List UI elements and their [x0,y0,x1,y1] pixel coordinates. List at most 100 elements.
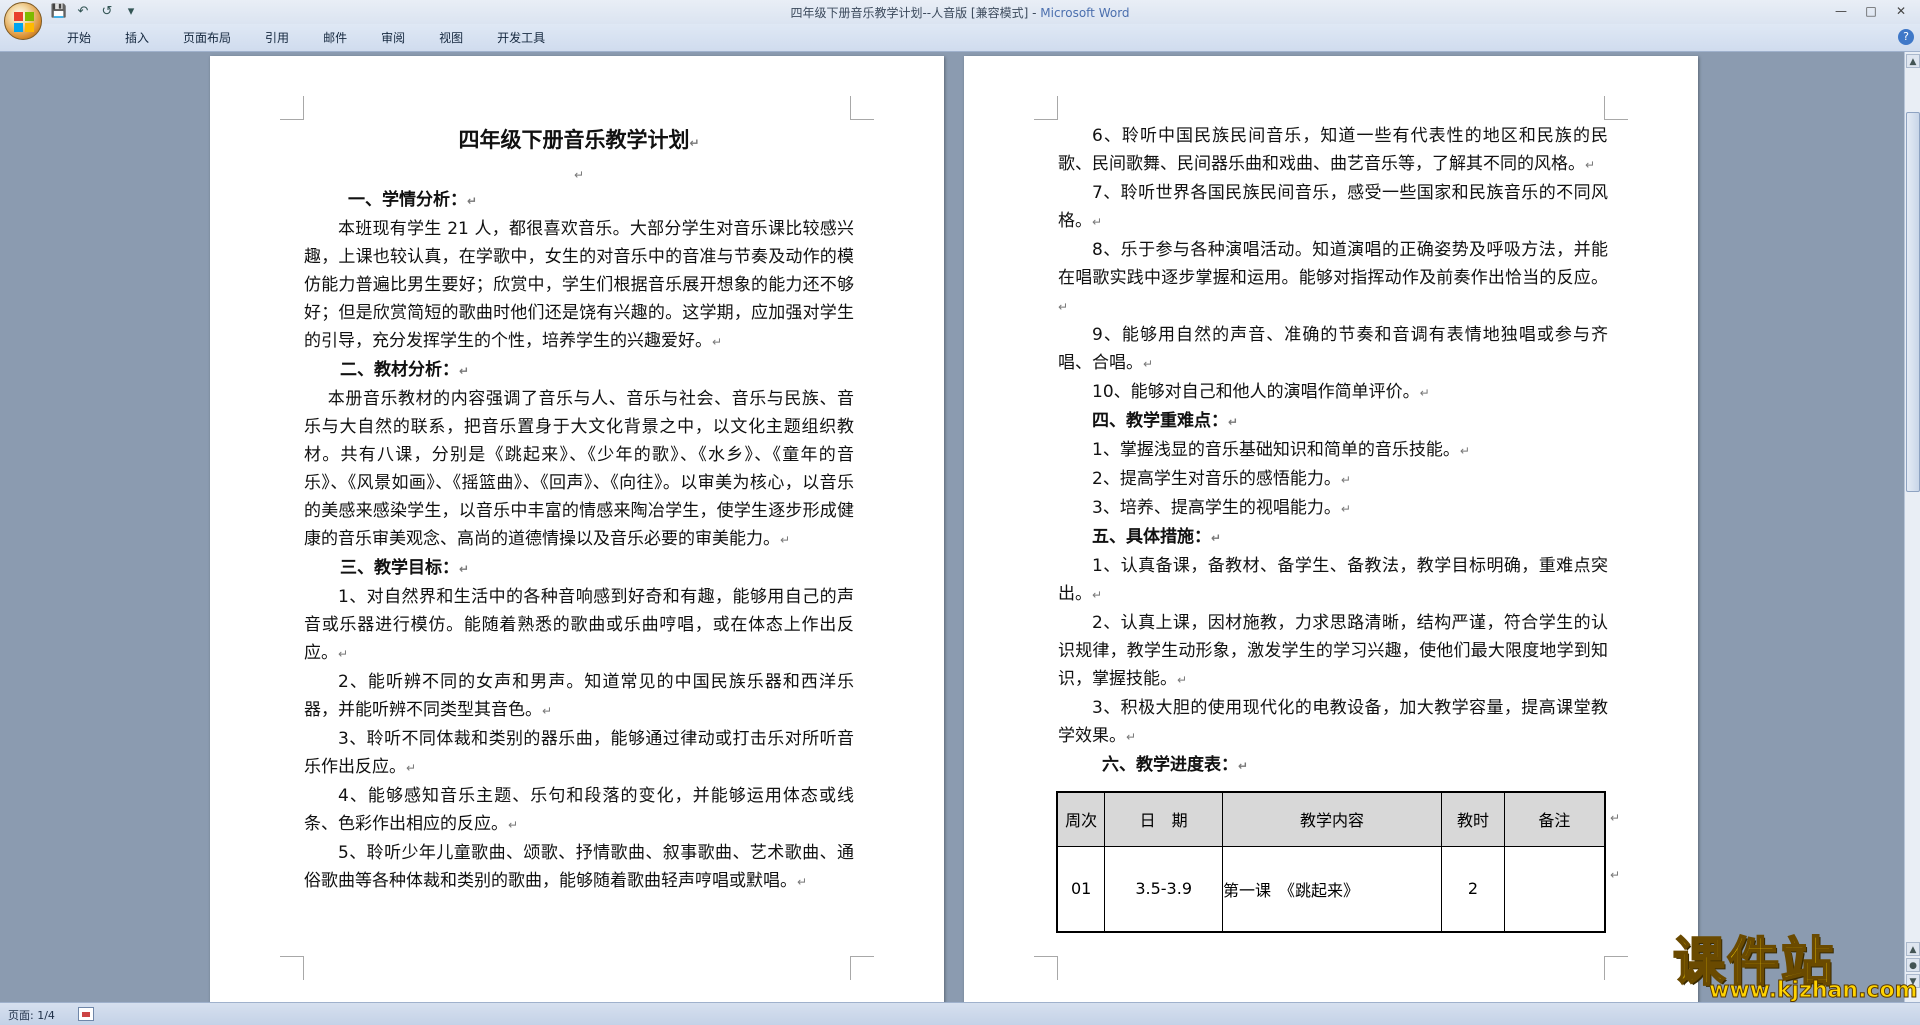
title-bar: 💾 ↶ ↺ ▾ 四年级下册音乐教学计划--人音版 [兼容模式] - Micros… [0,0,1920,40]
paragraph: 3、聆听不同体裁和类别的器乐曲，能够通过律动或打击乐对所听音乐作出反应。↵ [304,729,854,777]
table-header-cell[interactable]: 备注 [1503,791,1606,847]
page-indicator[interactable]: 页面: 1/4 [8,1007,55,1023]
crop-mark [280,96,304,120]
paragraph: 9、能够用自然的声音、准确的节奏和音调有表情地独唱或参与齐唱、合唱。↵ [1058,325,1608,373]
heading-text: 五、具体措施： [1092,527,1211,547]
paragraph-text: 9、能够用自然的声音、准确的节奏和音调有表情地独唱或参与齐唱、合唱。 [1058,325,1608,373]
paragraph-text: 1、认真备课，备教材、备学生、备教法，教学目标明确，重难点突出。 [1058,556,1608,604]
row-end-mark: ↵ [1610,868,1621,882]
tab-page-layout[interactable]: 页面布局 [166,30,248,46]
paragraph: 3、培养、提高学生的视唱能力。↵ [1092,498,1351,518]
crop-mark [280,956,304,980]
paragraph: 7、聆听世界各国民族民间音乐，感受一些国家和民族音乐的不同风格。↵ [1058,183,1608,231]
paragraph-text: 2、提高学生对音乐的感悟能力。 [1092,469,1341,489]
section-heading: 一、学情分析：↵ [348,190,478,210]
ribbon-tabs: 开始 插入 页面布局 引用 邮件 审阅 视图 开发工具 [50,30,562,46]
row-end-mark: ↵ [1610,811,1621,825]
tab-home[interactable]: 开始 [50,30,108,46]
crop-mark [850,96,874,120]
crop-mark [1034,96,1058,120]
select-browse-object-icon[interactable]: ● [1906,958,1920,972]
paragraph-text: 本册音乐教材的内容强调了音乐与人、音乐与社会、音乐与民族、音乐与大自然的联系，把… [304,389,854,549]
document-name: 四年级下册音乐教学计划--人音版 [兼容模式] - [790,6,1041,20]
paragraph: 1、对自然界和生活中的各种音响感到好奇和有趣，能够用自己的声音或乐器进行模仿。能… [304,587,854,663]
empty-paragraph: ↵ [573,168,585,182]
title-text: 四年级下册音乐教学计划 [458,128,690,152]
tab-developer[interactable]: 开发工具 [480,30,562,46]
heading-text: 一、学情分析： [348,190,467,210]
tab-mailings[interactable]: 邮件 [306,30,364,46]
heading-text: 二、教材分析： [340,360,459,380]
paragraph-text: 7、聆听世界各国民族民间音乐，感受一些国家和民族音乐的不同风格。 [1058,183,1608,231]
crop-mark [1604,956,1628,980]
table-row: 01 3.5-3.9 第一课 《跳起来》 2 [1056,845,1606,933]
app-name: Microsoft Word [1040,6,1130,20]
paragraph: 8、乐于参与各种演唱活动。知道演唱的正确姿势及呼吸方法，并能在唱歌实践中逐步掌握… [1058,240,1608,314]
heading-text: 三、教学目标： [340,558,459,578]
table-cell[interactable] [1503,845,1606,933]
paragraph-text: 本班现有学生 21 人，都很喜欢音乐。大部分学生对音乐课比较感兴趣，上课也较认真… [304,219,854,351]
section-heading: 四、教学重难点：↵ [1092,411,1239,431]
heading-text: 六、教学进度表： [1102,755,1238,775]
minimize-icon[interactable]: — [1828,2,1854,20]
window-title: 四年级下册音乐教学计划--人音版 [兼容模式] - Microsoft Word [0,4,1920,21]
table-header-cell[interactable]: 日 期 [1104,791,1223,847]
vertical-scrollbar[interactable]: ▲ ▲ ● ▼ [1904,52,1920,1002]
document-title: 四年级下册音乐教学计划↵ [458,128,700,152]
paragraph: 1、认真备课，备教材、备学生、备教法，教学目标明确，重难点突出。↵ [1058,556,1608,604]
scroll-up-icon[interactable]: ▲ [1906,54,1920,68]
section-heading: 三、教学目标：↵ [340,558,470,578]
maximize-icon[interactable]: □ [1858,2,1884,20]
paragraph-text: 4、能够感知音乐主题、乐句和段落的变化，并能够运用体态或线条、色彩作出相应的反应… [304,786,854,834]
table-cell[interactable]: 3.5-3.9 [1104,845,1223,933]
ribbon: 开始 插入 页面布局 引用 邮件 审阅 视图 开发工具 ? [0,24,1920,52]
scroll-thumb[interactable] [1906,112,1920,492]
crop-mark [1034,956,1058,980]
office-logo-icon [14,12,34,32]
page-1-body: 四年级下册音乐教学计划↵ ↵ 一、学情分析：↵ 本班现有学生 21 人，都很喜欢… [304,120,854,896]
paragraph-text: 10、能够对自己和他人的演唱作简单评价。 [1092,382,1420,402]
paragraph: 5、聆听少年儿童歌曲、颂歌、抒情歌曲、叙事歌曲、艺术歌曲、通俗歌曲等各种体裁和类… [304,843,854,891]
help-icon[interactable]: ? [1898,29,1914,45]
paragraph: 6、聆听中国民族民间音乐，知道一些有代表性的地区和民族的民歌、民间歌舞、民间器乐… [1058,126,1608,174]
crop-mark [850,956,874,980]
tab-view[interactable]: 视图 [422,30,480,46]
table-header-row: 周次 日 期 教学内容 教时 备注 [1056,791,1606,847]
paragraph-text: 3、聆听不同体裁和类别的器乐曲，能够通过律动或打击乐对所听音乐作出反应。 [304,729,854,777]
status-bar: 页面: 1/4 [0,1002,1920,1025]
watermark-url: www.kjzhan.com [1709,978,1919,1004]
section-heading: 二、教材分析：↵ [340,360,470,380]
page-2-body: 6、聆听中国民族民间音乐，知道一些有代表性的地区和民族的民歌、民间歌舞、民间器乐… [1058,122,1608,780]
paragraph: 2、认真上课，因材施教，力求思路清晰，结构严谨，符合学生的认识规律，教学生动形象… [1058,613,1608,689]
table-header-cell[interactable]: 教时 [1441,791,1505,847]
paragraph-text: 2、认真上课，因材施教，力求思路清晰，结构严谨，符合学生的认识规律，教学生动形象… [1058,613,1608,689]
close-icon[interactable]: ✕ [1888,2,1914,20]
paragraph-text: 6、聆听中国民族民间音乐，知道一些有代表性的地区和民族的民歌、民间歌舞、民间器乐… [1058,126,1608,174]
paragraph-text: 8、乐于参与各种演唱活动。知道演唱的正确姿势及呼吸方法，并能在唱歌实践中逐步掌握… [1058,240,1608,288]
heading-text: 四、教学重难点： [1092,411,1228,431]
table-header-cell[interactable]: 周次 [1056,791,1106,847]
paragraph-text: 3、积极大胆的使用现代化的电教设备，加大教学容量，提高课堂教学效果。 [1058,698,1608,746]
watermark-logo: 课件站 www.kjzhan.com [1665,920,1918,1004]
document-page-1[interactable]: 四年级下册音乐教学计划↵ ↵ 一、学情分析：↵ 本班现有学生 21 人，都很喜欢… [210,56,944,1002]
section-heading: 六、教学进度表：↵ [1102,755,1249,775]
table-cell[interactable]: 第一课 《跳起来》 [1221,845,1443,933]
previous-page-icon[interactable]: ▲ [1906,942,1920,956]
paragraph-text: 1、对自然界和生活中的各种音响感到好奇和有趣，能够用自己的声音或乐器进行模仿。能… [304,587,854,663]
tab-insert[interactable]: 插入 [108,30,166,46]
tab-references[interactable]: 引用 [248,30,306,46]
paragraph-text: 5、聆听少年儿童歌曲、颂歌、抒情歌曲、叙事歌曲、艺术歌曲、通俗歌曲等各种体裁和类… [304,843,854,891]
paragraph: 2、能听辨不同的女声和男声。知道常见的中国民族乐器和西洋乐器，并能听辨不同类型其… [304,672,854,720]
crop-mark [1604,96,1628,120]
tab-review[interactable]: 审阅 [364,30,422,46]
document-page-2[interactable]: 6、聆听中国民族民间音乐，知道一些有代表性的地区和民族的民歌、民间歌舞、民间器乐… [964,56,1698,1002]
macro-record-icon[interactable] [78,1007,94,1021]
office-button[interactable] [4,2,42,40]
schedule-table[interactable]: 周次 日 期 教学内容 教时 备注 01 3.5-3.9 第一课 《跳起来》 2 [1056,791,1606,933]
table-cell[interactable]: 2 [1441,845,1505,933]
table-cell[interactable]: 01 [1056,845,1106,933]
paragraph: 3、积极大胆的使用现代化的电教设备，加大教学容量，提高课堂教学效果。↵ [1058,698,1608,746]
paragraph: 4、能够感知音乐主题、乐句和段落的变化，并能够运用体态或线条、色彩作出相应的反应… [304,786,854,834]
table-header-cell[interactable]: 教学内容 [1221,791,1443,847]
paragraph: 本班现有学生 21 人，都很喜欢音乐。大部分学生对音乐课比较感兴趣，上课也较认真… [304,219,854,351]
